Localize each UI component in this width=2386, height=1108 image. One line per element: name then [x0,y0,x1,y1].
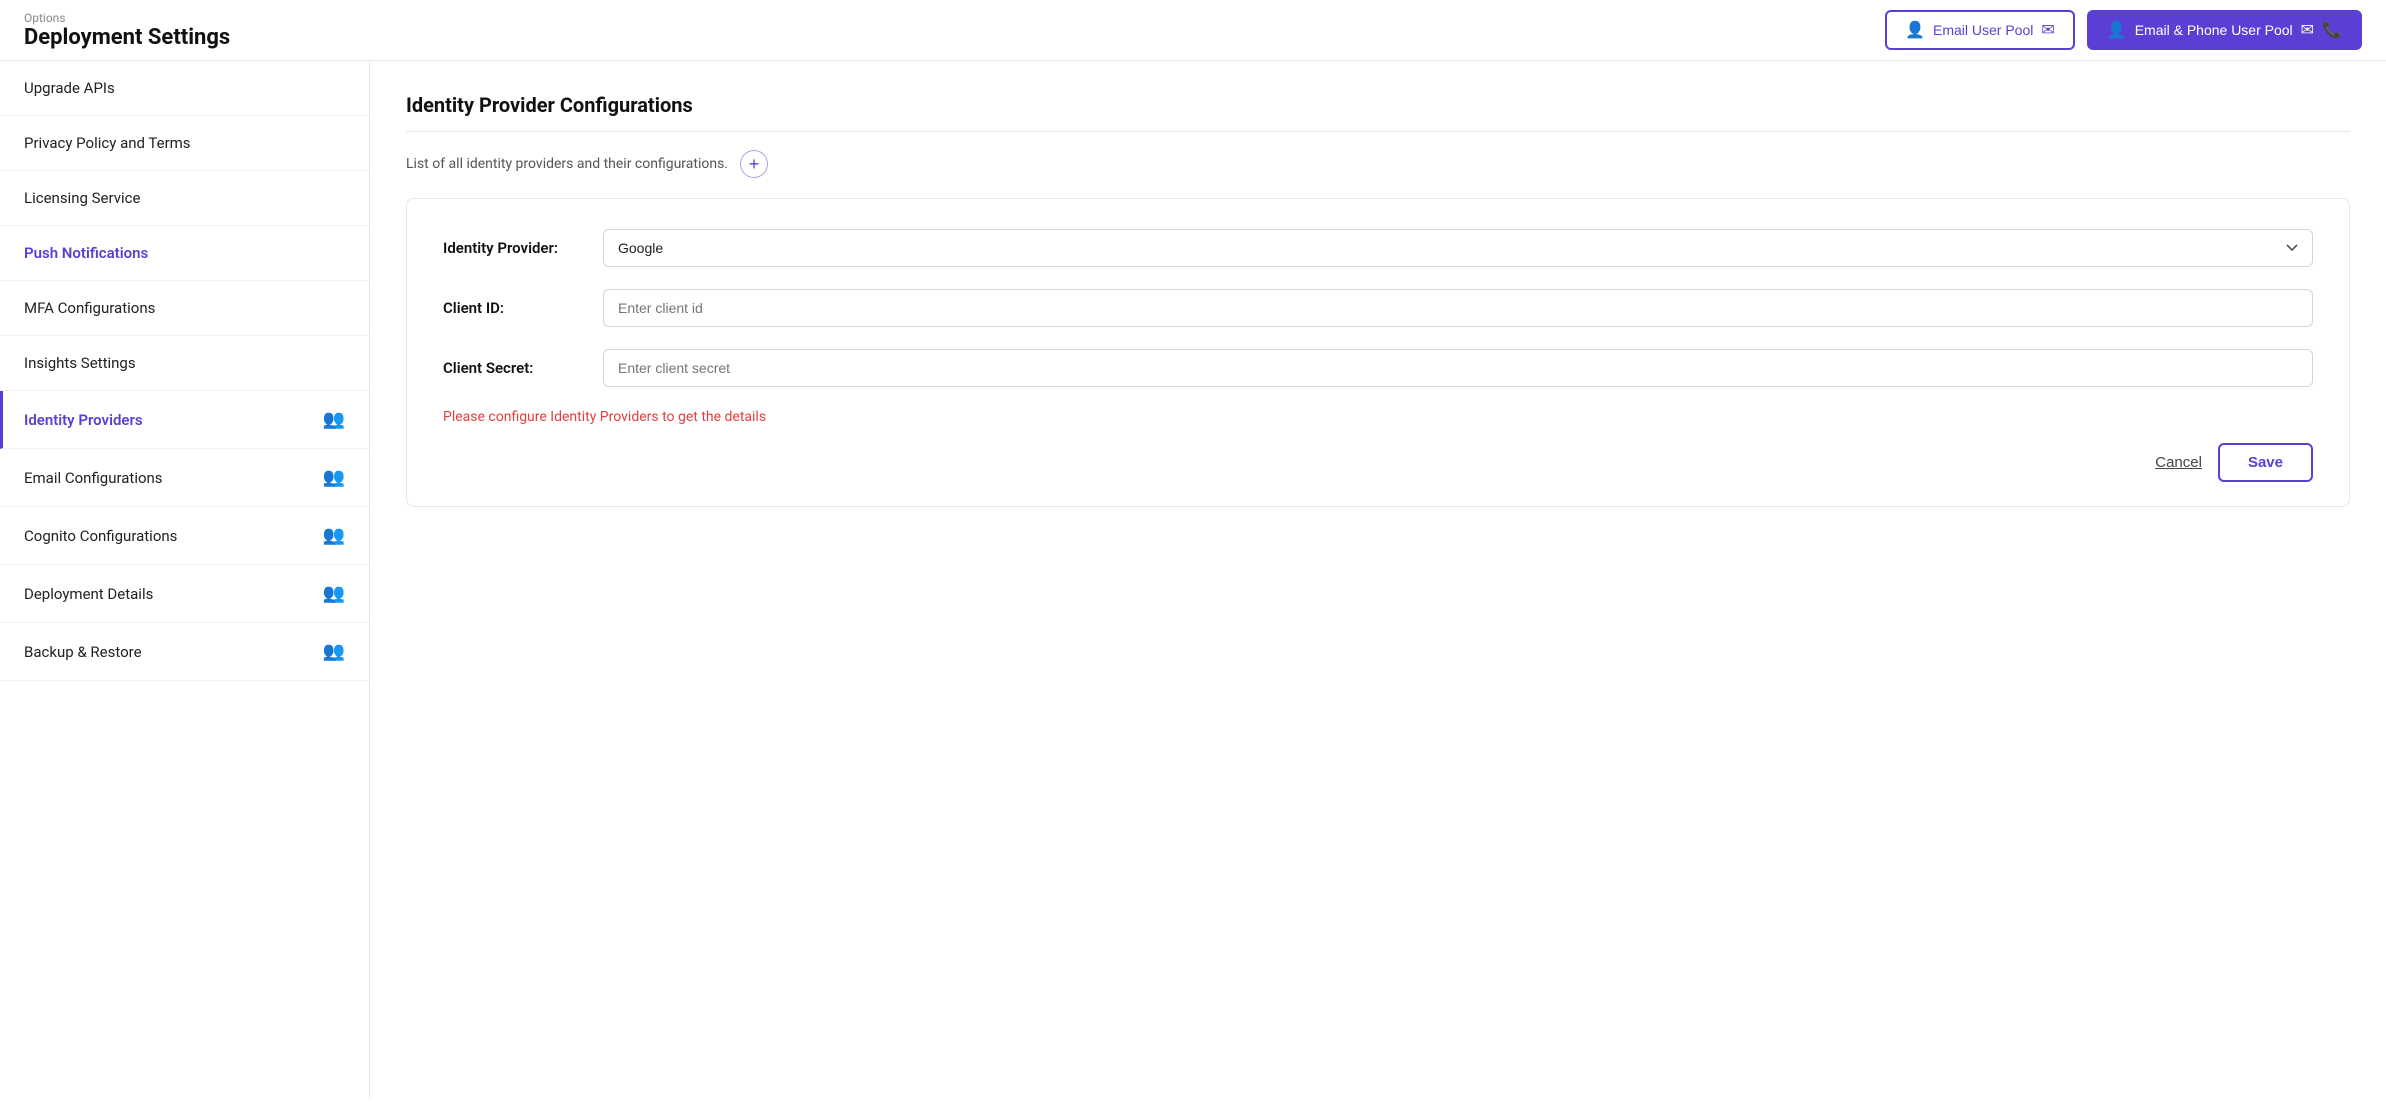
cognito-configurations-icon: 👥 [323,525,345,546]
client-secret-input[interactable] [603,349,2313,387]
page-title: Deployment Settings [24,25,230,50]
sidebar-item-licensing-service[interactable]: Licensing Service [0,171,369,226]
sidebar-item-privacy-policy[interactable]: Privacy Policy and Terms [0,116,369,171]
sidebar-item-upgrade-apis[interactable]: Upgrade APIs [0,61,369,116]
content-area: Identity Provider Configurations List of… [370,61,2386,1099]
main-layout: Upgrade APIs Privacy Policy and Terms Li… [0,61,2386,1099]
sidebar-item-deployment-details[interactable]: Deployment Details 👥 [0,565,369,623]
client-secret-row: Client Secret: [443,349,2313,387]
sidebar-label-insights-settings: Insights Settings [24,354,136,372]
options-label: Options [24,11,230,25]
email-icon-2: ✉ [2301,20,2314,40]
top-bar: Options Deployment Settings 👤 Email User… [0,0,2386,61]
client-secret-label: Client Secret: [443,359,603,377]
sidebar-label-push-notifications: Push Notifications [24,244,148,262]
sidebar-label-privacy-policy: Privacy Policy and Terms [24,134,191,152]
sidebar-item-email-configurations[interactable]: Email Configurations 👥 [0,449,369,507]
content-title: Identity Provider Configurations [406,93,2350,132]
user-icon: 👤 [1905,20,1925,40]
save-button[interactable]: Save [2218,443,2313,482]
add-provider-button[interactable]: + [740,150,768,178]
sidebar-label-mfa-configurations: MFA Configurations [24,299,155,317]
sidebar-item-identity-providers[interactable]: Identity Providers 👥 [0,391,369,449]
provider-label: Identity Provider: [443,239,603,257]
email-phone-pool-label: Email & Phone User Pool [2135,22,2293,38]
phone-icon: 📞 [2322,20,2342,40]
error-message: Please configure Identity Providers to g… [443,409,2313,425]
sidebar-label-email-configurations: Email Configurations [24,469,163,487]
subtitle-row: List of all identity providers and their… [406,150,2350,178]
form-card: Identity Provider: Google Facebook Apple… [406,198,2350,507]
sidebar-label-deployment-details: Deployment Details [24,585,153,603]
sidebar-item-mfa-configurations[interactable]: MFA Configurations [0,281,369,336]
client-id-input[interactable] [603,289,2313,327]
provider-select[interactable]: Google Facebook Apple Microsoft [603,229,2313,267]
top-bar-left: Options Deployment Settings [24,11,230,50]
client-id-label: Client ID: [443,299,603,317]
sidebar-item-cognito-configurations[interactable]: Cognito Configurations 👥 [0,507,369,565]
email-phone-user-pool-button[interactable]: 👤 Email & Phone User Pool ✉ 📞 [2087,10,2362,50]
email-configurations-icon: 👥 [323,467,345,488]
sidebar-label-licensing-service: Licensing Service [24,189,140,207]
provider-row: Identity Provider: Google Facebook Apple… [443,229,2313,267]
email-user-pool-button[interactable]: 👤 Email User Pool ✉ [1885,10,2075,50]
form-actions: Cancel Save [443,443,2313,482]
deployment-details-icon: 👥 [323,583,345,604]
sidebar-label-backup-restore: Backup & Restore [24,643,142,661]
email-pool-label: Email User Pool [1933,22,2033,38]
sidebar-label-cognito-configurations: Cognito Configurations [24,527,177,545]
identity-providers-icon: 👥 [323,409,345,430]
sidebar-item-insights-settings[interactable]: Insights Settings [0,336,369,391]
sidebar: Upgrade APIs Privacy Policy and Terms Li… [0,61,370,1099]
sidebar-item-backup-restore[interactable]: Backup & Restore 👥 [0,623,369,681]
subtitle-text: List of all identity providers and their… [406,156,728,172]
email-icon: ✉ [2041,20,2054,40]
sidebar-label-upgrade-apis: Upgrade APIs [24,79,115,97]
cancel-button[interactable]: Cancel [2155,454,2202,471]
sidebar-label-identity-providers: Identity Providers [24,411,143,429]
top-bar-right: 👤 Email User Pool ✉ 👤 Email & Phone User… [1885,10,2362,50]
user-icon-2: 👤 [2107,20,2127,40]
backup-restore-icon: 👥 [323,641,345,662]
client-id-row: Client ID: [443,289,2313,327]
sidebar-item-push-notifications[interactable]: Push Notifications [0,226,369,281]
